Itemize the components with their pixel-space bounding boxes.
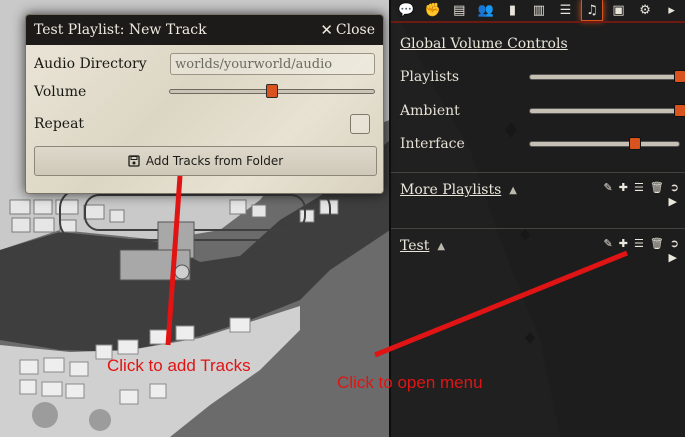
play-icon[interactable]: ▶ — [669, 251, 677, 264]
add-tracks-from-folder-button[interactable]: Add Tracks from Folder — [34, 146, 377, 176]
edit-icon[interactable]: ✎ — [604, 181, 613, 194]
plus-icon[interactable]: ✚ — [619, 181, 628, 194]
table-icon: ☰ — [559, 3, 572, 18]
dialog-form: Audio Directory worlds/yourworld/audio V… — [26, 45, 383, 193]
fist-icon: ✊ — [424, 3, 441, 18]
playlists-volume-slider[interactable] — [529, 70, 685, 84]
slider-track — [529, 74, 680, 80]
tab-actors[interactable]: 👥 — [475, 0, 497, 21]
volume-label-ambient: Ambient — [400, 103, 460, 119]
slider-track — [529, 108, 680, 114]
tab-items[interactable]: ▮ — [501, 0, 523, 21]
cogs-icon: ⚙ — [639, 3, 651, 18]
playlist-controls-test: ✎ ✚ ☰ 🗑 ➲ — [604, 237, 680, 250]
volume-label-interface: Interface — [400, 136, 465, 152]
caret-right-icon: ▸ — [668, 3, 675, 18]
close-icon: ✕ — [320, 21, 333, 39]
mode-icon[interactable]: ➲ — [670, 181, 679, 194]
tab-journal[interactable]: ▥ — [528, 0, 550, 21]
chevron-up-icon[interactable]: ▲ — [437, 241, 445, 252]
atlas-icon: ▣ — [612, 3, 625, 18]
volume-label: Volume — [34, 84, 87, 100]
sidebar: 💬 ✊ ▤ 👥 ▮ ▥ ☰ ♫ ▣ ⚙ ▸ Global Volume Cont… — [389, 0, 685, 437]
tab-collapse[interactable]: ▸ — [661, 0, 683, 21]
tab-chat[interactable]: 💬 — [395, 0, 417, 21]
slider-thumb[interactable] — [674, 104, 685, 117]
audio-directory-input[interactable]: worlds/yourworld/audio — [170, 53, 375, 75]
mode-icon[interactable]: ➲ — [670, 237, 679, 250]
close-button[interactable]: ✕ Close — [320, 21, 375, 39]
interface-volume-slider[interactable] — [529, 137, 680, 151]
volume-slider-thumb[interactable] — [266, 84, 279, 98]
play-icon[interactable]: ▶ — [669, 195, 677, 208]
tab-tables[interactable]: ☰ — [554, 0, 576, 21]
volume-row: Volume — [34, 78, 375, 106]
close-label: Close — [335, 22, 375, 38]
repeat-row: Repeat — [34, 106, 375, 142]
suitcase-icon: ▮ — [508, 3, 516, 18]
volume-row-interface: Interface — [400, 134, 685, 154]
playlist-name[interactable]: Test — [400, 238, 429, 254]
list-icon[interactable]: ☰ — [634, 237, 644, 250]
trash-icon[interactable]: 🗑 — [650, 181, 664, 194]
slider-thumb[interactable] — [628, 137, 641, 150]
edit-icon[interactable]: ✎ — [604, 237, 613, 250]
audio-directory-row: Audio Directory worlds/yourworld/audio — [34, 50, 375, 78]
playlist-controls-more: ✎ ✚ ☰ 🗑 ➲ — [604, 181, 680, 194]
ambient-volume-slider[interactable] — [529, 104, 685, 118]
users-icon: 👥 — [477, 3, 494, 18]
section-divider — [391, 228, 685, 229]
volume-row-playlists: Playlists — [400, 67, 685, 87]
new-track-dialog: Test Playlist: New Track ✕ Close Audio D… — [25, 14, 384, 194]
plus-icon[interactable]: ✚ — [619, 237, 628, 250]
tab-scenes[interactable]: ▤ — [448, 0, 470, 21]
chevron-up-icon[interactable]: ▲ — [509, 185, 517, 196]
global-volume-title[interactable]: Global Volume Controls — [400, 36, 568, 52]
save-icon — [128, 155, 140, 167]
tab-bar-divider — [391, 21, 685, 23]
add-tracks-label: Add Tracks from Folder — [145, 154, 284, 168]
tab-compendium[interactable]: ▣ — [608, 0, 630, 21]
list-icon[interactable]: ☰ — [634, 181, 644, 194]
book-icon: ▥ — [532, 3, 546, 18]
repeat-checkbox[interactable] — [350, 114, 370, 134]
repeat-label: Repeat — [34, 116, 85, 132]
dialog-header[interactable]: Test Playlist: New Track ✕ Close — [26, 15, 383, 45]
playlist-name[interactable]: More Playlists — [400, 182, 501, 198]
audio-directory-label: Audio Directory — [34, 56, 147, 72]
map-icon: ▤ — [453, 3, 466, 18]
section-divider — [391, 172, 685, 173]
tab-playlists[interactable]: ♫ — [580, 0, 603, 21]
sidebar-tabs: 💬 ✊ ▤ 👥 ▮ ▥ ☰ ♫ ▣ ⚙ ▸ — [391, 0, 685, 21]
slider-thumb[interactable] — [674, 70, 685, 83]
dialog-title: Test Playlist: New Track — [34, 22, 207, 38]
annotation-add-tracks: Click to add Tracks — [107, 356, 251, 375]
tab-settings[interactable]: ⚙ — [634, 0, 656, 21]
trash-icon[interactable]: 🗑 — [650, 237, 664, 250]
volume-label-playlists: Playlists — [400, 69, 460, 85]
music-icon: ♫ — [586, 2, 598, 18]
volume-slider[interactable] — [169, 83, 375, 101]
slider-track — [529, 141, 680, 147]
annotation-open-menu: Click to open menu — [337, 373, 483, 392]
chat-icon: 💬 — [398, 3, 415, 18]
volume-row-ambient: Ambient — [400, 101, 685, 121]
tab-combat[interactable]: ✊ — [422, 0, 444, 21]
